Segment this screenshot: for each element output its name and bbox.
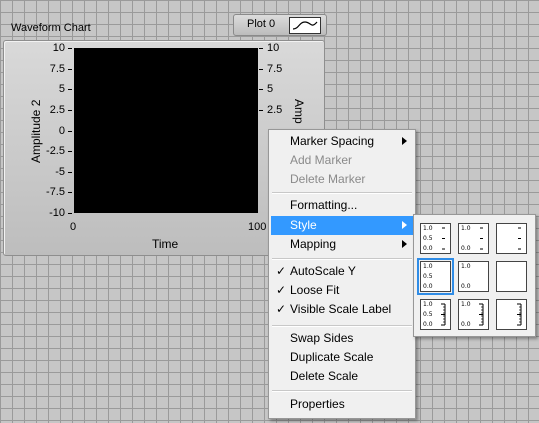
left-y-tick-mark [68,89,72,90]
menu-separator [272,390,412,392]
scale-style-none-icon[interactable] [496,261,527,292]
style-option-tick-label: 0.5 [423,235,433,242]
scale-style-ticks-only-icon[interactable] [496,223,527,254]
menu-item-style[interactable]: Style [271,216,413,235]
style-option-tick-label: 1.0 [423,263,433,270]
right-y-tick-label: 5 [267,83,274,96]
right-y-tick-mark [259,110,263,111]
scale-style-sparse-labels-icon[interactable]: 1.0 0.0 [458,261,489,292]
menu-item-swap-sides[interactable]: Swap Sides [271,329,413,348]
chart-title: Waveform Chart [11,22,91,34]
menu-item-delete-marker: Delete Marker [271,170,413,189]
menu-item-label: Mapping [290,237,337,251]
left-y-tick-label: -5 [55,165,65,178]
checkmark-icon: ✓ [276,283,287,297]
left-y-axis-label: Amplitude 2 [29,99,43,163]
left-y-tick-mark [68,213,72,214]
submenu-arrow-icon [402,240,407,248]
menu-item-label: Add Marker [290,153,353,167]
scale-style-inner-ticks-only-icon[interactable] [496,299,527,330]
left-y-tick-mark [68,131,72,132]
left-y-tick-mark [68,172,72,173]
plot-legend-label: Plot 0 [247,18,276,30]
left-y-tick-mark [68,69,72,70]
menu-item-label: Properties [290,397,345,411]
left-y-tick-label: 5 [58,83,65,96]
style-option-tick-label: 0.5 [423,273,433,280]
left-y-tick-label: 7.5 [49,62,65,75]
menu-item-label: Visible Scale Label [290,302,392,316]
scale-style-major-labels-icon[interactable]: 1.0 0.0 [458,223,489,254]
style-option-tick-label: 1.0 [461,263,471,270]
style-option-tick-label: 0.0 [461,245,471,252]
left-y-tick-mark [68,110,72,111]
style-option-tick-label: 0.0 [461,321,471,328]
menu-item-marker-spacing[interactable]: Marker Spacing [271,132,413,151]
plot-legend[interactable]: Plot 0 [233,14,327,36]
menu-separator [272,192,412,194]
right-y-axis-label: Amp [292,99,306,124]
menu-item-mapping[interactable]: Mapping [271,235,413,254]
x-tick-label: 100 [248,221,267,233]
style-option-tick-label: 0.0 [423,283,433,290]
style-option-tick-label: 1.0 [423,225,433,232]
left-y-tick-mark [68,151,72,152]
menu-item-label: Swap Sides [290,331,354,345]
menu-item-autoscale-y[interactable]: ✓ AutoScale Y [271,262,413,281]
menu-item-label: Delete Scale [290,369,359,383]
menu-item-visible-scale-label[interactable]: ✓ Visible Scale Label [271,300,413,319]
right-y-tick-mark [259,89,263,90]
menu-item-label: Loose Fit [290,283,340,297]
style-option-tick-label: 0.5 [423,311,433,318]
style-option-tick-label: 0.0 [423,245,433,252]
menu-item-delete-scale[interactable]: Delete Scale [271,367,413,386]
plot-area[interactable] [74,48,258,213]
menu-item-label: Style [290,218,317,232]
x-axis-label: Time [152,237,179,251]
scale-style-labels-only-icon[interactable]: 1.0 0.5 0.0 [417,258,454,295]
x-tick-label: 0 [70,221,77,233]
left-y-tick-mark [68,192,72,193]
style-submenu: 1.0 0.5 0.0 1.0 0.0 1.0 0.5 0.0 1.0 0.0 1.0 0.5 0.0 1… [413,214,536,337]
checkmark-icon: ✓ [276,264,287,278]
menu-item-duplicate-scale[interactable]: Duplicate Scale [271,348,413,367]
scale-style-major-minor-labels-icon[interactable]: 1.0 0.5 0.0 [420,223,451,254]
menu-item-add-marker: Add Marker [271,151,413,170]
menu-separator [272,325,412,327]
left-y-tick-label: -10 [49,207,65,219]
right-y-tick-mark [259,69,263,70]
menu-item-label: Marker Spacing [290,134,375,148]
menu-item-formatting[interactable]: Formatting... [271,196,413,215]
style-option-tick-label: 1.0 [461,301,471,308]
menu-item-label: Duplicate Scale [290,350,374,364]
scale-style-inner-ticks-sparse-icon[interactable]: 1.0 0.0 [458,299,489,330]
sine-wave-icon[interactable] [289,17,321,34]
left-y-tick-label: -7.5 [46,186,65,199]
right-y-tick-label: 2.5 [267,103,283,116]
style-option-tick-label: 0.0 [461,283,471,290]
left-y-tick-label: 10 [52,42,65,54]
scale-style-inner-ticks-labels-icon[interactable]: 1.0 0.5 0.0 [420,299,451,330]
submenu-arrow-icon [402,221,407,229]
right-y-tick-label: 7.5 [267,62,283,75]
context-menu: Marker Spacing Add Marker Delete Marker For… [268,129,416,419]
right-y-tick-mark [259,48,263,49]
menu-separator [272,258,412,260]
left-y-tick-mark [68,48,72,49]
style-option-tick-label: 0.0 [423,321,433,328]
menu-item-properties[interactable]: Properties [271,395,413,414]
style-option-tick-label: 1.0 [423,301,433,308]
checkmark-icon: ✓ [276,302,287,316]
submenu-arrow-icon [402,137,407,145]
style-option-tick-label: 1.0 [461,225,471,232]
menu-item-label: Formatting... [290,198,358,212]
menu-item-label: Delete Marker [290,172,366,186]
menu-item-loose-fit[interactable]: ✓ Loose Fit [271,281,413,300]
right-y-tick-label: 10 [267,42,280,54]
menu-item-label: AutoScale Y [290,264,356,278]
